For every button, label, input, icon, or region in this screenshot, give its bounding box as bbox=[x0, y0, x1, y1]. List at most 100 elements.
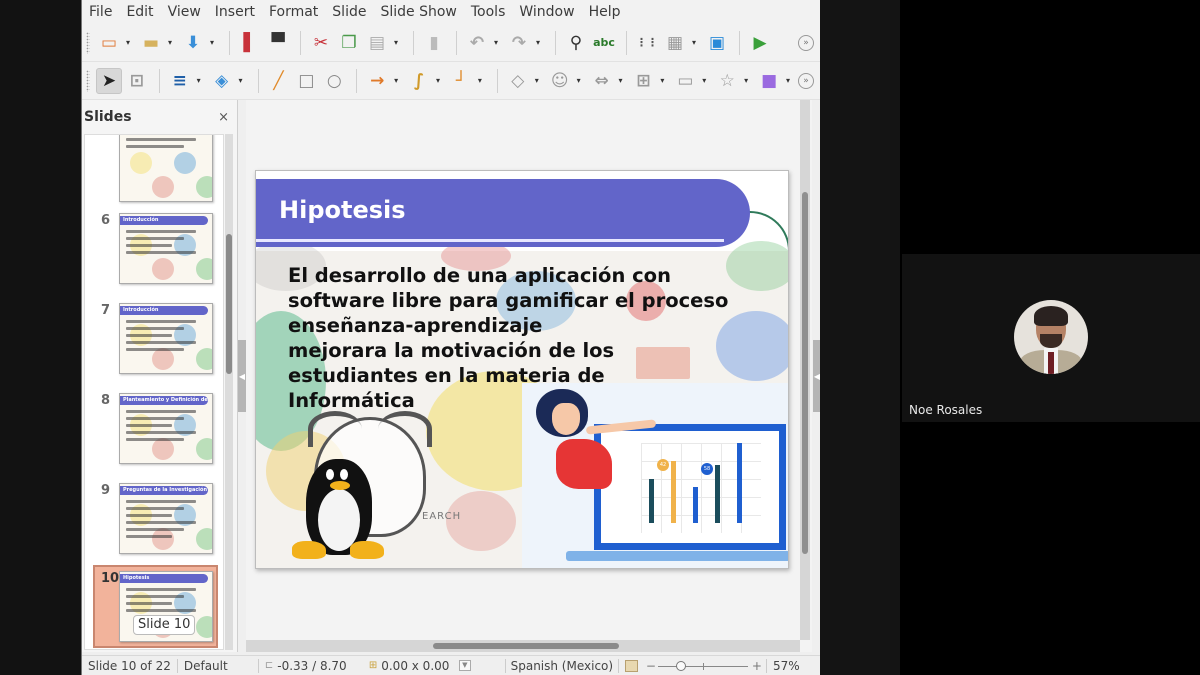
slide-thumbnail[interactable]: Preguntas de la Investigación bbox=[119, 483, 213, 554]
start-slideshow-icon[interactable]: ▶ bbox=[747, 30, 773, 56]
dropdown-arrow-icon[interactable]: ▾ bbox=[575, 68, 583, 94]
zoom-out-button[interactable]: − bbox=[644, 659, 658, 673]
callout-icon[interactable]: ▭ bbox=[672, 68, 698, 94]
dropdown-arrow-icon[interactable]: ▾ bbox=[476, 68, 484, 94]
redo-icon[interactable]: ↷ bbox=[506, 30, 532, 56]
line-color-icon[interactable]: ≡ bbox=[167, 68, 193, 94]
zoom-percentage[interactable]: 57% bbox=[767, 659, 806, 673]
select-pointer-icon[interactable]: ➤ bbox=[95, 67, 122, 94]
dropdown-arrow-icon[interactable]: ▾ bbox=[434, 68, 442, 94]
slide-layout-icon[interactable]: ▦ bbox=[662, 30, 688, 56]
slide-thumbnail[interactable] bbox=[119, 135, 213, 202]
clone-formatting-icon[interactable]: ▮ bbox=[421, 30, 447, 56]
flowchart-icon[interactable]: ⊞ bbox=[631, 68, 657, 94]
dropdown-arrow-icon[interactable]: ▾ bbox=[658, 68, 666, 94]
zoom-slider[interactable] bbox=[657, 660, 748, 672]
vertical-scrollbar[interactable] bbox=[800, 100, 810, 640]
slide-thumbnail-entry[interactable] bbox=[85, 135, 223, 211]
digital-signature-icon[interactable] bbox=[619, 659, 644, 672]
slide-thumbnail-entry[interactable]: 8 Planteamiento y Definición del Problema bbox=[85, 393, 223, 473]
dropdown-arrow-icon[interactable]: ▾ bbox=[742, 68, 750, 94]
spelling-icon[interactable]: abc bbox=[591, 30, 617, 56]
new-presentation-icon[interactable]: ▭ bbox=[96, 30, 122, 56]
zoom-slider-knob[interactable] bbox=[675, 660, 686, 671]
scrollbar-thumb[interactable] bbox=[802, 192, 808, 554]
cut-icon[interactable]: ✂ bbox=[308, 30, 334, 56]
find-replace-icon[interactable]: ⚲ bbox=[563, 30, 589, 56]
toolbar-grip[interactable] bbox=[86, 69, 90, 92]
menu-slide[interactable]: Slide bbox=[332, 4, 366, 20]
close-icon[interactable]: × bbox=[218, 110, 229, 125]
slides-pane-scrollbar[interactable] bbox=[225, 134, 233, 650]
dropdown-arrow-icon[interactable]: ▾ bbox=[492, 30, 500, 56]
participant-tile[interactable]: Noe Rosales bbox=[902, 254, 1200, 422]
save-icon[interactable]: ⬇ bbox=[180, 30, 206, 56]
slide-thumbnail-entry[interactable]: 6 Introducción bbox=[85, 213, 223, 293]
basic-shapes-icon[interactable]: ◇ bbox=[505, 68, 531, 94]
dropdown-arrow-icon[interactable]: ▾ bbox=[700, 68, 708, 94]
slide-thumbnail-entry[interactable]: 7 Introducción bbox=[85, 303, 223, 383]
print-icon[interactable]: ▀ bbox=[265, 30, 291, 56]
scrollbar-thumb[interactable] bbox=[226, 234, 232, 374]
dropdown-arrow-icon[interactable]: ▾ bbox=[392, 68, 400, 94]
symbol-shapes-icon[interactable]: ☺ bbox=[547, 68, 573, 94]
fill-color-icon[interactable]: ◈ bbox=[209, 68, 235, 94]
dropdown-arrow-icon[interactable]: ▾ bbox=[195, 68, 203, 94]
dropdown-arrow-icon[interactable]: ▾ bbox=[237, 68, 245, 94]
menu-format[interactable]: Format bbox=[269, 4, 318, 20]
toolbar-grip[interactable] bbox=[86, 31, 90, 54]
star-icon[interactable]: ☆ bbox=[714, 68, 740, 94]
slide-body-text[interactable]: El desarrollo de una aplicación con soft… bbox=[288, 263, 778, 413]
dropdown-arrow-icon[interactable]: ▾ bbox=[124, 30, 132, 56]
menu-insert[interactable]: Insert bbox=[215, 4, 255, 20]
toolbar-overflow-icon[interactable]: » bbox=[798, 34, 814, 51]
arrow-line-icon[interactable]: → bbox=[364, 68, 390, 94]
slide-thumbnail[interactable]: Introducción bbox=[119, 213, 213, 284]
menu-slide-show[interactable]: Slide Show bbox=[380, 4, 456, 20]
toolbar-overflow-icon[interactable]: » bbox=[798, 72, 814, 89]
undo-icon[interactable]: ↶ bbox=[464, 30, 490, 56]
connector-icon[interactable]: ┘ bbox=[448, 68, 474, 94]
3d-object-icon[interactable]: ■ bbox=[756, 68, 782, 94]
menu-window[interactable]: Window bbox=[519, 4, 574, 20]
slide-thumbnail[interactable]: Planteamiento y Definición del Problema bbox=[119, 393, 213, 464]
dropdown-arrow-icon[interactable]: ▾ bbox=[690, 30, 698, 56]
illustration-bar bbox=[671, 460, 676, 523]
dropdown-arrow-icon[interactable]: ▾ bbox=[534, 30, 542, 56]
horizontal-scrollbar[interactable] bbox=[246, 640, 800, 652]
menu-help[interactable]: Help bbox=[589, 4, 621, 20]
menu-file[interactable]: File bbox=[89, 4, 112, 20]
slide-thumbnail-entry[interactable]: 10 Hipotesis Slide 10 bbox=[85, 565, 223, 649]
export-pdf-icon[interactable]: ▌ bbox=[237, 30, 263, 56]
dropdown-arrow-icon[interactable]: ▾ bbox=[166, 30, 174, 56]
collapse-slides-pane-handle[interactable]: ◀ bbox=[238, 340, 246, 412]
dropdown-arrow-icon[interactable]: ▾ bbox=[208, 30, 216, 56]
rectangle-icon[interactable]: □ bbox=[293, 68, 319, 94]
menu-tools[interactable]: Tools bbox=[471, 4, 506, 20]
zoom-pan-icon[interactable]: ⊡ bbox=[124, 68, 150, 94]
scrollbar-thumb[interactable] bbox=[433, 643, 619, 649]
slide-title[interactable]: Hipotesis bbox=[279, 196, 406, 224]
slide-thumbnail-entry[interactable]: 9 Preguntas de la Investigación bbox=[85, 483, 223, 563]
language-selector[interactable]: Spanish (Mexico) bbox=[506, 659, 618, 673]
ellipse-icon[interactable]: ○ bbox=[321, 68, 347, 94]
menu-edit[interactable]: Edit bbox=[126, 4, 153, 20]
open-folder-icon[interactable]: ▬ bbox=[138, 30, 164, 56]
curve-icon[interactable]: ∫ bbox=[406, 68, 432, 94]
dropdown-arrow-icon[interactable]: ▾ bbox=[533, 68, 541, 94]
display-views-icon[interactable]: ▣ bbox=[704, 30, 730, 56]
dropdown-arrow-icon[interactable]: ▾ bbox=[617, 68, 625, 94]
document-modified-icon[interactable]: ▼ bbox=[453, 660, 505, 671]
master-slide-name[interactable]: Default bbox=[178, 659, 258, 673]
line-tool-icon[interactable]: ╱ bbox=[266, 68, 292, 94]
menu-view[interactable]: View bbox=[168, 4, 201, 20]
block-arrows-icon[interactable]: ⇔ bbox=[589, 68, 615, 94]
dropdown-arrow-icon[interactable]: ▾ bbox=[784, 68, 792, 94]
slide-thumbnail[interactable]: Introducción bbox=[119, 303, 213, 374]
grid-icon[interactable]: ⋮⋮ bbox=[634, 30, 660, 56]
slide-canvas[interactable]: Hipotesis EARCH 42 58 El desarrollo de u… bbox=[255, 170, 789, 569]
zoom-in-button[interactable]: + bbox=[748, 659, 766, 673]
paste-icon[interactable]: ▤ bbox=[364, 30, 390, 56]
dropdown-arrow-icon[interactable]: ▾ bbox=[392, 30, 400, 56]
copy-icon[interactable]: ❐ bbox=[336, 30, 362, 56]
